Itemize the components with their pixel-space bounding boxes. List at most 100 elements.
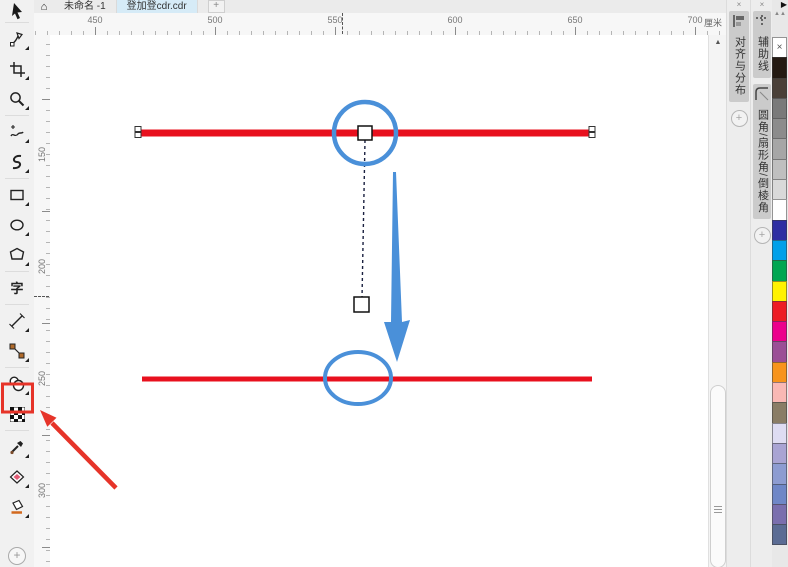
color-swatch-6[interactable] — [772, 179, 787, 200]
docker-add-button[interactable]: + — [731, 110, 748, 127]
crop-tool[interactable] — [0, 54, 34, 84]
fillet-icon — [755, 87, 769, 106]
color-swatch-9[interactable] — [772, 240, 787, 261]
color-swatch-0[interactable] — [772, 57, 787, 78]
home-icon[interactable]: ⌂ — [34, 1, 54, 13]
color-swatch-22[interactable] — [772, 504, 787, 525]
pick-tool[interactable] — [0, 0, 34, 21]
palette-flyout-icon[interactable]: ▶ — [781, 1, 787, 9]
color-swatch-8[interactable] — [772, 220, 787, 241]
shadow-handle-start[interactable] — [358, 126, 372, 140]
h-ruler-label: 700 — [687, 15, 702, 25]
shape-tool[interactable] — [0, 24, 34, 54]
docker-strip-2: × 辅助线 圆角/扇形角/倒棱角 + — [750, 0, 773, 567]
freehand-tool[interactable] — [0, 117, 34, 147]
flyout-indicator — [25, 262, 29, 266]
interactive-fill-tool[interactable] — [0, 492, 34, 522]
document-tab-active[interactable]: 登加登cdr.cdr — [117, 0, 198, 13]
color-swatch-2[interactable] — [772, 98, 787, 119]
color-swatch-10[interactable] — [772, 260, 787, 281]
v-ruler-label: 300 — [37, 484, 47, 498]
toolbox-separator — [5, 430, 29, 431]
v-ruler-label: 200 — [37, 260, 47, 274]
dimension-tool[interactable] — [0, 306, 34, 336]
shadow-handle-end[interactable] — [354, 297, 369, 312]
flyout-indicator — [25, 76, 29, 80]
color-swatch-1[interactable] — [772, 78, 787, 99]
docker-close-icon[interactable]: × — [751, 0, 773, 9]
flyout-indicator — [25, 232, 29, 236]
v-ruler-label: 150 — [37, 148, 47, 162]
color-swatch-14[interactable] — [772, 341, 787, 362]
ruler-cursor-marker — [34, 296, 49, 297]
align-icon — [732, 14, 746, 33]
flyout-indicator — [25, 484, 29, 488]
toolbox: 字 — [0, 0, 35, 567]
docker-add-button[interactable]: + — [754, 227, 771, 244]
docker-close-icon[interactable]: × — [727, 0, 751, 9]
flyout-indicator — [25, 391, 29, 395]
toolbox-separator — [5, 115, 29, 116]
color-swatch-16[interactable] — [772, 382, 787, 403]
guidelines-icon — [755, 14, 769, 33]
shadow-tool[interactable] — [0, 369, 34, 399]
transparency-tool[interactable] — [0, 399, 34, 429]
flyout-indicator — [25, 169, 29, 173]
document-tab-untitled[interactable]: 未命名 -1 — [54, 0, 117, 13]
color-swatch-5[interactable] — [772, 159, 787, 180]
new-document-tab-button[interactable]: + — [208, 0, 225, 13]
scroll-up-button[interactable]: ▲ — [709, 35, 727, 51]
toolbox-separator — [5, 271, 29, 272]
connector-tool[interactable] — [0, 336, 34, 366]
palette-scroll-icon[interactable]: ▲▲ — [774, 11, 786, 18]
toolbox-separator — [5, 367, 29, 368]
toolbox-separator — [5, 178, 29, 179]
flyout-indicator — [25, 202, 29, 206]
color-swatch-7[interactable] — [772, 199, 787, 220]
vertical-ruler[interactable]: 150 200 250 300 — [34, 35, 51, 567]
color-swatch-21[interactable] — [772, 484, 787, 505]
toolbox-customize-button[interactable]: + — [8, 547, 26, 565]
smart-fill-tool[interactable] — [0, 462, 34, 492]
vertical-scrollbar[interactable]: ▲ — [708, 35, 728, 567]
scrollbar-thumb[interactable] — [710, 385, 726, 567]
color-swatch-4[interactable] — [772, 138, 787, 159]
canvas[interactable] — [50, 35, 708, 567]
color-swatch-18[interactable] — [772, 423, 787, 444]
h-ruler-label: 450 — [87, 15, 102, 25]
color-swatch-23[interactable] — [772, 524, 787, 545]
docker-tab-label: 辅助线 — [757, 36, 768, 72]
color-swatch-17[interactable] — [772, 402, 787, 423]
color-swatch-11[interactable] — [772, 281, 787, 302]
color-swatch-13[interactable] — [772, 321, 787, 342]
h-ruler-label: 550 — [327, 15, 342, 25]
horizontal-ruler[interactable]: 厘米 450 500 550 600 650 700 — [34, 13, 726, 36]
polygon-tool[interactable] — [0, 240, 34, 270]
docker-tab-guidelines[interactable]: 辅助线 — [753, 11, 771, 78]
h-ruler-label: 500 — [207, 15, 222, 25]
v-ruler-label: 250 — [37, 372, 47, 386]
h-ruler-label: 650 — [567, 15, 582, 25]
rectangle-tool[interactable] — [0, 180, 34, 210]
color-swatch-3[interactable] — [772, 118, 787, 139]
zoom-tool[interactable] — [0, 84, 34, 114]
color-swatch-15[interactable] — [772, 362, 787, 383]
flyout-indicator — [25, 106, 29, 110]
eyedropper-tool[interactable] — [0, 432, 34, 462]
docker-tab-fillet-scallop-chamfer[interactable]: 圆角/扇形角/倒棱角 — [753, 84, 771, 219]
flyout-indicator — [25, 46, 29, 50]
artistic-media-tool[interactable] — [0, 147, 34, 177]
ruler-unit-label: 厘米 — [704, 16, 722, 29]
no-color-swatch[interactable]: × — [772, 37, 787, 58]
color-palette: ▶ ▲▲ × — [772, 0, 788, 567]
docker-tab-align-distribute[interactable]: 对齐与分布 — [729, 11, 749, 102]
color-swatch-12[interactable] — [772, 301, 787, 322]
scrollbar-grip — [714, 506, 722, 514]
text-tool[interactable]: 字 — [0, 273, 34, 303]
h-ruler-label: 600 — [447, 15, 462, 25]
ellipse-tool[interactable] — [0, 210, 34, 240]
color-swatch-19[interactable] — [772, 443, 787, 464]
flyout-indicator — [25, 454, 29, 458]
color-swatch-20[interactable] — [772, 463, 787, 484]
flyout-indicator — [25, 139, 29, 143]
